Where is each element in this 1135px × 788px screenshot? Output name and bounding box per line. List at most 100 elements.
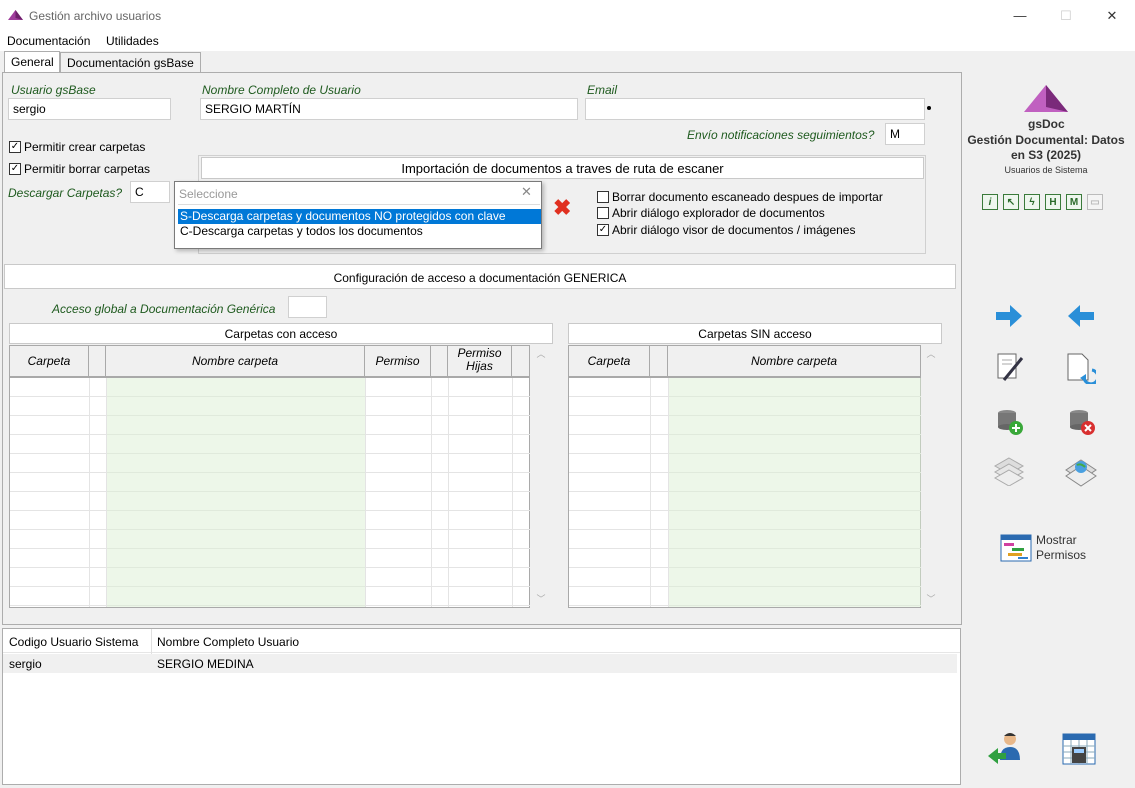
grid-divider (512, 378, 513, 607)
tab-documentacion-gsbase[interactable]: Documentación gsBase (60, 52, 201, 73)
cell-nombre: SERGIO MEDINA (157, 657, 254, 671)
app-title: Gestión Documental: Datos en S3 (2025) (967, 133, 1125, 162)
document-return-icon[interactable] (1066, 352, 1096, 384)
dropdown-option[interactable]: S-Descarga carpetas y documentos NO prot… (178, 209, 541, 224)
scroll-up-icon[interactable]: ︿ (923, 347, 939, 360)
user-exit-icon[interactable] (988, 730, 1024, 766)
menu-utilidades[interactable]: Utilidades (106, 34, 159, 48)
nombre-label: Nombre Completo de Usuario (202, 83, 361, 97)
column-header[interactable] (89, 346, 106, 378)
descargar-label: Descargar Carpetas? (8, 186, 123, 200)
pointer-icon[interactable]: ↖ (1003, 194, 1019, 210)
tool-icon-row: i ↖ ϟ H M ▭ (982, 194, 1103, 210)
column-header[interactable] (650, 346, 668, 378)
menu-bar (0, 31, 1135, 51)
borrar-escaneado-checkbox[interactable]: Borrar documento escaneado despues de im… (597, 190, 883, 204)
email-input[interactable] (585, 98, 925, 120)
column-header[interactable] (431, 346, 448, 378)
scroll-up-icon[interactable]: ︿ (533, 347, 549, 360)
m-icon[interactable]: M (1066, 194, 1082, 210)
grid-green-column (106, 378, 365, 607)
maximize-button[interactable]: ☐ (1043, 0, 1089, 31)
dropdown-search-input[interactable]: Seleccione (178, 185, 538, 203)
nombre-input[interactable]: SERGIO MARTÍN (200, 98, 578, 120)
edit-document-icon[interactable] (996, 352, 1024, 384)
column-header[interactable]: Nombre Completo Usuario (157, 635, 299, 649)
grid-divider (431, 378, 432, 607)
globe-layers-icon[interactable] (1064, 454, 1098, 488)
checkbox-box (597, 207, 609, 219)
carpetas-sin-acceso-grid[interactable]: Carpeta Nombre carpeta (568, 345, 921, 608)
descargar-input[interactable]: C (130, 181, 170, 203)
carpetas-acceso-grid[interactable]: Carpeta Nombre carpeta Permiso Permiso H… (9, 345, 530, 608)
column-header[interactable]: Codigo Usuario Sistema (9, 635, 138, 649)
lightning-icon[interactable]: ϟ (1024, 194, 1040, 210)
permitir-crear-checkbox[interactable]: ✓ Permitir crear carpetas (9, 140, 145, 154)
grid-divider (365, 378, 366, 607)
checkbox-box (597, 191, 609, 203)
title-bar (0, 0, 1135, 31)
side-panel (962, 72, 1135, 788)
close-button[interactable]: ✕ (1089, 0, 1135, 31)
carpetas-acceso-title: Carpetas con acceso (9, 323, 553, 344)
descargar-dropdown[interactable]: Seleccione ✕ S-Descarga carpetas y docum… (174, 181, 542, 249)
grid-divider (650, 378, 651, 607)
column-header[interactable]: Permiso Hijas (448, 346, 512, 378)
minimize-button[interactable]: — (997, 0, 1043, 31)
h-icon[interactable]: H (1045, 194, 1061, 210)
column-header[interactable]: Nombre carpeta (668, 346, 921, 378)
abrir-visor-checkbox[interactable]: ✓ Abrir diálogo visor de documentos / im… (597, 223, 855, 237)
arrow-left-icon[interactable] (1068, 305, 1094, 327)
carpetas-acceso-scrollbar[interactable]: ︿ ﹀ (533, 345, 549, 608)
clear-x-icon[interactable]: ✖ (553, 197, 571, 219)
app-logo-icon (8, 10, 23, 20)
importacion-header: Importación de documentos a traves de ru… (201, 157, 924, 179)
info-icon[interactable]: i (982, 194, 998, 210)
table-row[interactable]: sergio SERGIO MEDINA (3, 654, 957, 673)
column-header[interactable]: Carpeta (569, 346, 650, 378)
borrar-escaneado-label: Borrar documento escaneado despues de im… (612, 190, 883, 204)
column-header[interactable]: Carpeta (10, 346, 89, 378)
scroll-down-icon[interactable]: ﹀ (533, 592, 549, 605)
carpetas-sin-acceso-scrollbar[interactable]: ︿ ﹀ (923, 345, 939, 608)
abrir-explorador-checkbox[interactable]: Abrir diálogo explorador de documentos (597, 206, 825, 220)
scroll-down-icon[interactable]: ﹀ (923, 592, 939, 605)
database-add-icon[interactable] (996, 408, 1024, 436)
abrir-visor-label: Abrir diálogo visor de documentos / imág… (612, 223, 856, 237)
permitir-borrar-checkbox[interactable]: ✓ Permitir borrar carpetas (9, 162, 150, 176)
comment-icon[interactable]: ▭ (1087, 194, 1103, 210)
grid-divider (106, 378, 107, 607)
arrow-right-icon[interactable] (996, 305, 1022, 327)
email-indicator-dot (927, 106, 931, 110)
tab-general[interactable]: General (4, 51, 60, 73)
column-header[interactable]: Permiso (365, 346, 431, 378)
layers-icon[interactable] (993, 456, 1025, 486)
envio-input[interactable]: M (885, 123, 925, 145)
cell-codigo: sergio (9, 657, 42, 671)
dropdown-option[interactable]: C-Descarga carpetas y todos los document… (178, 224, 541, 239)
permissions-grid-icon[interactable] (1000, 534, 1032, 562)
acceso-global-label: Acceso global a Documentación Genérica (52, 302, 276, 316)
app-name: gsDoc (1028, 117, 1065, 131)
window-title: Gestión archivo usuarios (29, 9, 162, 23)
usuario-label: Usuario gsBase (11, 83, 96, 97)
email-label: Email (587, 83, 618, 97)
grid-rows (569, 378, 921, 607)
grid-divider (668, 378, 669, 607)
dropdown-close-icon[interactable]: ✕ (521, 184, 532, 200)
usuarios-table-header (3, 629, 960, 653)
column-header[interactable]: Nombre carpeta (106, 346, 365, 378)
database-delete-icon[interactable] (1068, 408, 1096, 436)
acceso-global-input[interactable] (288, 296, 327, 318)
usuarios-table[interactable]: Codigo Usuario Sistema Nombre Completo U… (2, 628, 961, 785)
grid-green-column (668, 378, 921, 607)
dropdown-divider (178, 204, 540, 205)
table-calculator-icon[interactable] (1062, 733, 1096, 765)
mostrar-permisos-button[interactable]: Mostrar Permisos (1036, 533, 1086, 563)
grid-rows (10, 378, 530, 607)
usuario-input[interactable]: sergio (8, 98, 171, 120)
menu-documentacion[interactable]: Documentación (7, 34, 90, 48)
config-header: Configuración de acceso a documentación … (4, 264, 956, 289)
checkbox-box: ✓ (9, 141, 21, 153)
column-header-spacer (512, 346, 530, 378)
